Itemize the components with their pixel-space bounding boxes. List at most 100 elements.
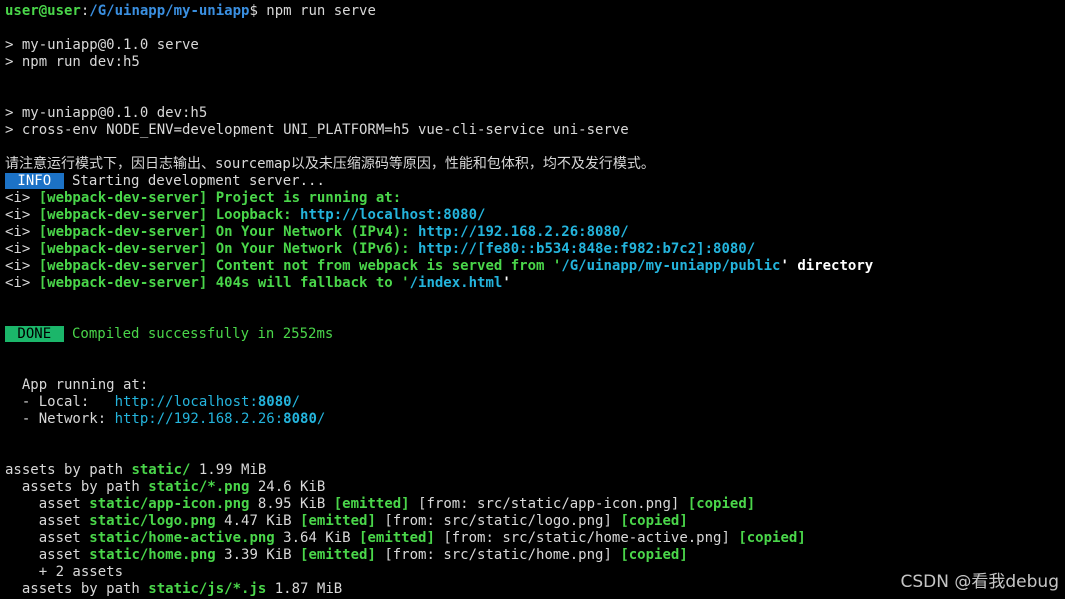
terminal-line: assets by path static/*.png 24.6 KiB	[5, 479, 1060, 496]
line-text: static/home.png	[89, 547, 216, 563]
line-text: [copied]	[687, 496, 756, 512]
line-text: static/js/*.js	[148, 581, 267, 597]
line-text: <i>	[5, 224, 39, 240]
url-text: http://[fe80::b534:848e:f982:b7c2]:8080/	[418, 241, 756, 257]
line-text: [emitted]	[333, 496, 410, 512]
terminal-output[interactable]: user@user:/G/uinapp/my-uniapp$ npm run s…	[5, 3, 1060, 599]
line-text: [copied]	[620, 513, 688, 529]
line-text: static/app-icon.png	[89, 496, 250, 512]
line-text: [emitted]	[359, 530, 435, 546]
line-text: > my-uniapp@0.1.0 dev:h5	[5, 105, 208, 121]
line-text: [webpack-dev-server] Project is running …	[38, 190, 402, 206]
line-text: 3.39 KiB	[215, 547, 301, 563]
line-text: [from: src/static/logo.png]	[375, 513, 621, 529]
terminal-line: - Local: http://localhost:8080/	[5, 394, 1060, 411]
terminal-line: > my-uniapp@0.1.0 serve	[5, 37, 1060, 54]
url-text: 8080	[257, 394, 292, 410]
line-text: Starting development server...	[63, 173, 325, 189]
line-text: 24.6 KiB	[249, 479, 326, 495]
line-text: assets by path	[5, 581, 149, 597]
line-text: <i>	[5, 190, 39, 206]
line-text: App running at:	[5, 377, 149, 393]
line-text: [copied]	[738, 530, 806, 546]
terminal-line: DONE Compiled successfully in 2552ms	[5, 326, 1060, 343]
line-text: > npm run dev:h5	[5, 54, 140, 70]
url-text: http://localhost:	[114, 394, 258, 410]
line-text: static/*.png	[148, 479, 250, 495]
watermark: CSDN @看我debug	[900, 572, 1059, 592]
terminal-line: <i> [webpack-dev-server] Project is runn…	[5, 190, 1060, 207]
terminal-line: asset static/app-icon.png 8.95 KiB [emit…	[5, 496, 1060, 513]
line-text: user@user	[5, 3, 81, 19]
line-text: ' directory	[780, 258, 874, 274]
terminal-line: <i> [webpack-dev-server] On Your Network…	[5, 224, 1060, 241]
line-text: [from: src/static/app-icon.png]	[409, 496, 688, 512]
url-text: http://192.168.2.26:8080/	[418, 224, 629, 240]
line-text: assets by path	[5, 479, 149, 495]
line-text: static/	[131, 462, 191, 478]
line-text: + 2 assets	[5, 564, 124, 580]
line-text: <i>	[5, 258, 39, 274]
url-text: 8080	[283, 411, 317, 427]
terminal-line: 请注意运行模式下，因日志输出、sourcemap以及未压缩源码等原因，性能和包体…	[5, 156, 1060, 173]
line-text: [from: src/static/home-active.png]	[434, 530, 739, 546]
line-text: asset	[5, 496, 90, 512]
line-text: - Network:	[5, 411, 115, 427]
terminal-line: asset static/home.png 3.39 KiB [emitted]…	[5, 547, 1060, 564]
terminal-line: <i> [webpack-dev-server] 404s will fallb…	[5, 275, 1060, 292]
line-text: <i>	[5, 207, 39, 223]
line-text: [from: src/static/home.png]	[375, 547, 621, 563]
info-badge: INFO	[5, 173, 64, 189]
line-text: assets by path	[5, 462, 132, 478]
terminal-line: > npm run dev:h5	[5, 54, 1060, 71]
line-text: - Local:	[5, 394, 115, 410]
terminal-line: <i> [webpack-dev-server] On Your Network…	[5, 241, 1060, 258]
terminal-line: user@user:/G/uinapp/my-uniapp$ npm run s…	[5, 3, 1060, 20]
line-text: 8.95 KiB	[249, 496, 334, 512]
line-text: [emitted]	[300, 547, 376, 563]
line-text: [webpack-dev-server] Content not from we…	[38, 258, 562, 274]
url-text: http://localhost:8080/	[300, 207, 486, 223]
terminal-line: > my-uniapp@0.1.0 dev:h5	[5, 105, 1060, 122]
line-text: static/logo.png	[89, 513, 216, 529]
line-text: [webpack-dev-server] On Your Network (IP…	[38, 224, 419, 240]
url-text: /index.html	[409, 275, 503, 291]
line-text: [webpack-dev-server] On Your Network (IP…	[38, 241, 419, 257]
line-text: > my-uniapp@0.1.0 serve	[5, 37, 199, 53]
line-text: static/home-active.png	[89, 530, 275, 546]
line-text: [webpack-dev-server] Loopback:	[38, 207, 301, 223]
line-text: asset	[5, 530, 90, 546]
url-text: /G/uinapp/my-uniapp/public	[561, 258, 781, 274]
line-text: <i>	[5, 241, 39, 257]
line-text: 3.64 KiB	[274, 530, 360, 546]
terminal-line: <i> [webpack-dev-server] Content not fro…	[5, 258, 1060, 275]
line-text: 1.87 MiB	[266, 581, 343, 597]
terminal-line: <i> [webpack-dev-server] Loopback: http:…	[5, 207, 1060, 224]
terminal-line: assets by path static/ 1.99 MiB	[5, 462, 1060, 479]
terminal-line: App running at:	[5, 377, 1060, 394]
terminal-line: - Network: http://192.168.2.26:8080/	[5, 411, 1060, 428]
line-text: 4.47 KiB	[215, 513, 301, 529]
line-text: > cross-env NODE_ENV=development UNI_PLA…	[5, 122, 629, 138]
url-text: http://192.168.2.26:	[114, 411, 284, 427]
terminal-line: > cross-env NODE_ENV=development UNI_PLA…	[5, 122, 1060, 139]
line-text: <i>	[5, 275, 39, 291]
line-text: asset	[5, 547, 90, 563]
url-text: /	[291, 394, 301, 410]
terminal-line: asset static/home-active.png 3.64 KiB [e…	[5, 530, 1060, 547]
line-text: [webpack-dev-server] 404s will fallback …	[38, 275, 410, 291]
line-text: $ npm run serve	[249, 3, 376, 19]
url-text: /	[316, 411, 326, 427]
line-text: asset	[5, 513, 90, 529]
line-text: 1.99 MiB	[190, 462, 267, 478]
line-text: [emitted]	[300, 513, 376, 529]
